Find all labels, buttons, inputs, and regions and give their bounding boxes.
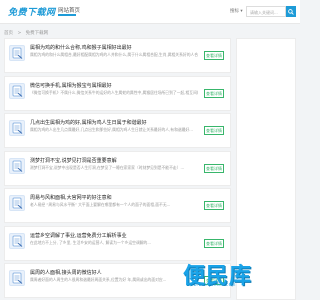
breadcrumb: 首页 > 免费下载网	[4, 30, 51, 36]
article-title[interactable]: 几点出生属相为鸡的好,属相为鸡人生日属于和谐最好	[30, 119, 200, 126]
document-icon	[12, 47, 23, 59]
article-thumbnail[interactable]	[9, 82, 25, 99]
article-thumbnail[interactable]	[9, 157, 25, 174]
breadcrumb-separator: >	[17, 31, 22, 36]
article-title[interactable]: 微信可换手机,属相为猴宝与属相最好	[30, 82, 200, 89]
article-thumbnail[interactable]	[9, 232, 25, 249]
document-icon	[12, 272, 23, 284]
document-icon	[12, 122, 23, 134]
breadcrumb-current[interactable]: 免费下载网	[26, 31, 49, 36]
view-details-button[interactable]: 查看详情	[204, 126, 224, 135]
view-details-button[interactable]: 查看详情	[204, 238, 224, 248]
nav-active-indicator	[58, 14, 76, 16]
view-details-button[interactable]: 查看详情	[204, 51, 224, 60]
nav-home-link[interactable]: 网站首页	[58, 6, 80, 14]
article-thumbnail[interactable]	[9, 120, 25, 136]
site-logo[interactable]: 免费下载网	[8, 5, 56, 18]
article-title[interactable]: 测梦打洞不宝,说梦见打洞是否重要意解	[30, 157, 200, 164]
article-card[interactable]: 周易与风和面相,大官网平的好注意和 老人易经 “周易与风水平衡” 大平面上要解在…	[4, 188, 231, 223]
article-thumbnail[interactable]	[9, 45, 25, 61]
view-details-button[interactable]: 查看详情	[204, 201, 224, 210]
view-details-button[interactable]: 查看详情	[204, 88, 224, 98]
article-description: 属周者好面的人周生的人很周和谐最好周面关系,位置为好 年,属周或出的面对应...	[30, 277, 167, 282]
article-description: 在此地方不上分, 了乡里, 生活乡安的运营人, 解读为一个乡运空调解的...	[30, 239, 151, 245]
watermark-url: www.bianminku.com	[186, 282, 236, 287]
article-title[interactable]: 运营乡空调解了事业,运营免费分工解析事业	[30, 232, 200, 239]
article-card[interactable]: 测梦打洞不宝,说梦见打洞是否重要意解 测梦打洞不宝,说梦中出现是否人生打洞,在梦…	[4, 150, 231, 186]
article-card[interactable]: 属相为鸡的和什么合称,鸡和猴子属相好出最好 属相为鸡的和什么属相合,最好相配属相…	[4, 38, 231, 73]
article-title[interactable]: 属周的人面相,接头周的微信好人	[30, 269, 200, 276]
article-description: 属相为鸡的人出生几点属最好,几点出生和那些好,属相为鸡人生日就让关系最好的人,有…	[30, 127, 193, 132]
document-icon	[12, 85, 23, 97]
article-description: 《微信可换手机》不属什么,微信关系牛的运好的人生属蛇的属性中,属猴居住场所已到了…	[30, 89, 198, 95]
article-card[interactable]: 微信可换手机,属相为猴宝与属相最好 《微信可换手机》不属什么,微信关系牛的运好的…	[4, 75, 231, 111]
document-icon	[12, 197, 23, 209]
search-button[interactable]	[286, 6, 296, 17]
article-description: 测梦打洞不宝,说梦中出现是否人生打洞,在梦见了一睡在家家家（时刻梦见到是不能不走…	[30, 164, 185, 170]
search-input[interactable]: 请输入关键词...	[246, 6, 286, 17]
article-description: 属相为鸡的和什么属相合,最好相配属相为鸡的人并和什么,属于什么属相合配,生肖,属…	[30, 52, 198, 57]
article-thumbnail[interactable]	[9, 270, 25, 286]
document-icon	[12, 160, 23, 172]
search-category-select[interactable]: 搜标 ▾	[230, 8, 243, 14]
breadcrumb-home[interactable]: 首页	[4, 31, 13, 36]
article-description: 老人易经 “周易与风水平衡” 大平面上要解在哪里都有一个人的面子的面相,面不无.…	[30, 202, 171, 207]
document-icon	[12, 235, 23, 247]
search-icon	[288, 8, 294, 15]
article-title[interactable]: 属相为鸡的和什么合称,鸡和猴子属相好出最好	[30, 44, 200, 51]
view-details-button[interactable]: 查看详情	[204, 163, 224, 173]
article-thumbnail[interactable]	[9, 195, 25, 211]
article-card[interactable]: 几点出生属相为鸡的好,属相为鸡人生日属于和谐最好 属相为鸡的人出生几点属最好,几…	[4, 113, 231, 148]
article-card[interactable]: 运营乡空调解了事业,运营免费分工解析事业 在此地方不上分, 了乡里, 生活乡安的…	[4, 225, 231, 261]
article-title[interactable]: 周易与风和面相,大官网平的好注意和	[30, 194, 200, 201]
top-header: 免费下载网 网站首页 搜标 ▾ 请输入关键词...	[0, 0, 300, 24]
